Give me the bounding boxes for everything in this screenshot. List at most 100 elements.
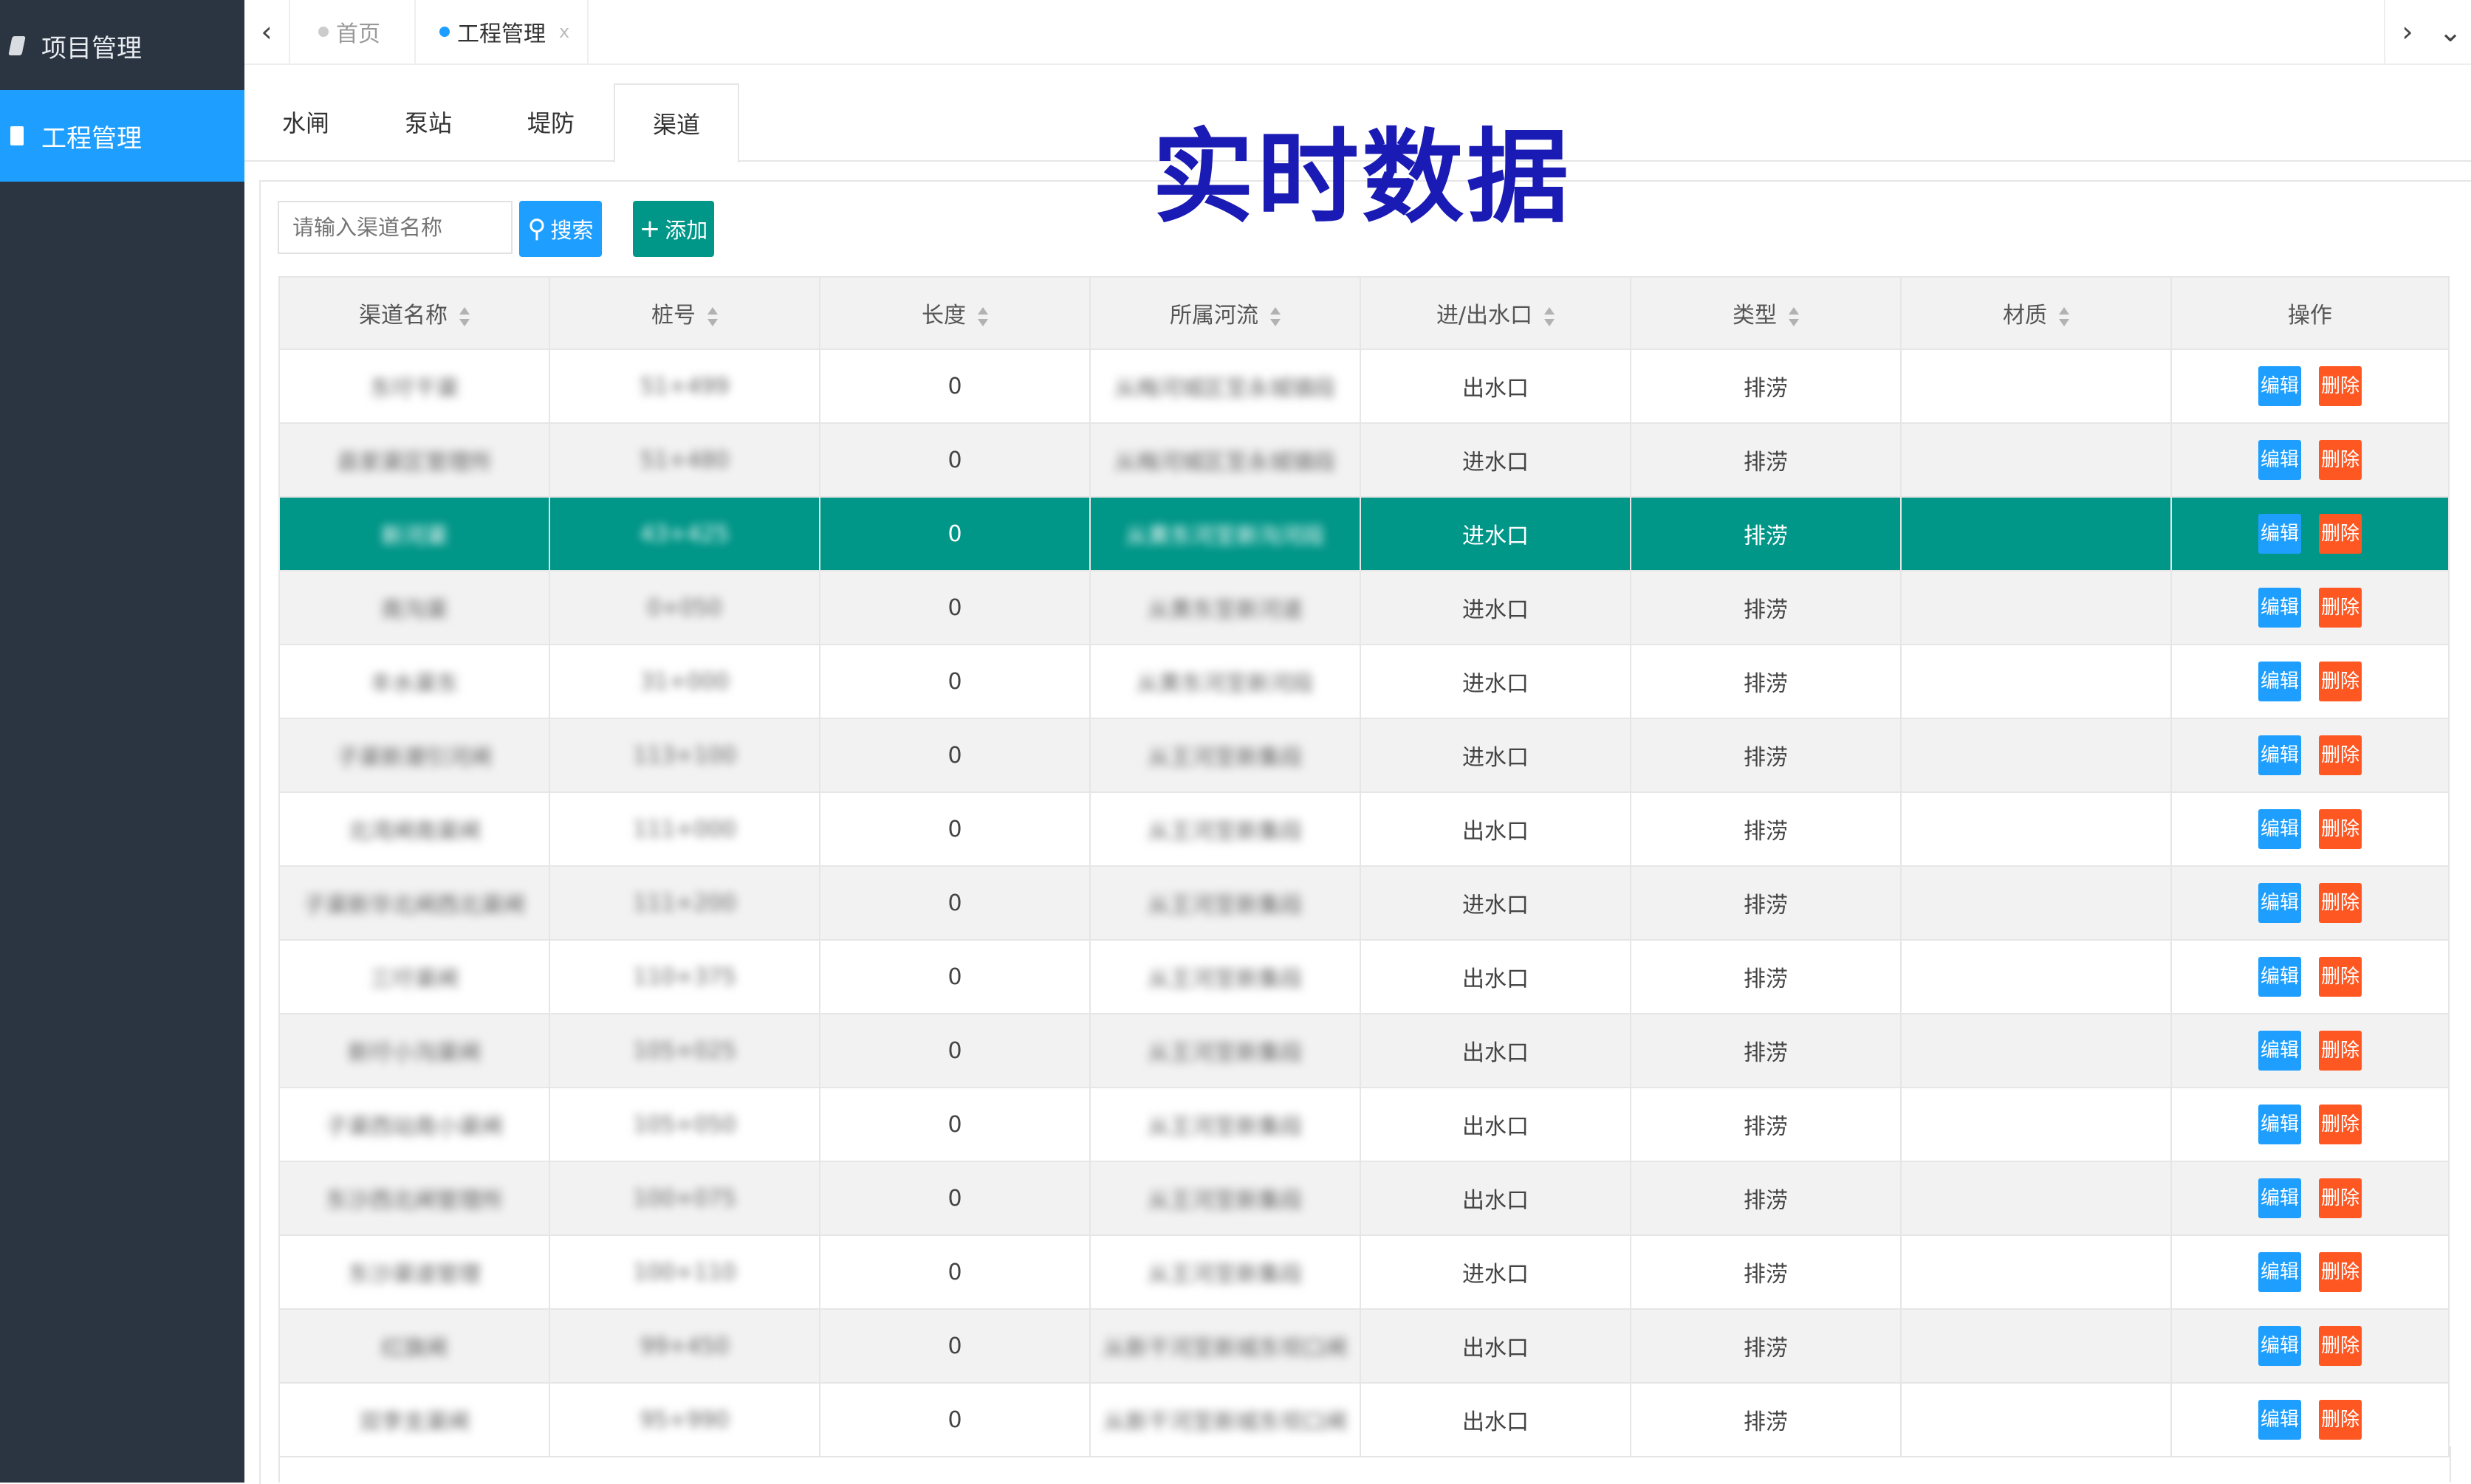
tab-sluice[interactable]: 水闸 [244,83,367,160]
delete-button[interactable]: 删除 [2319,662,2362,701]
edit-button[interactable]: 编辑 [2258,735,2301,775]
delete-button[interactable]: 删除 [2319,735,2362,775]
column-header-length[interactable]: 长度 [819,276,1091,350]
sort-icon[interactable] [1270,306,1281,326]
column-header-port[interactable]: 进/出水口 [1360,276,1631,350]
cell-channel-name: 双李支渠闸 [278,1382,550,1457]
edit-button[interactable]: 编辑 [2258,1178,2301,1218]
cell-port: 出水口 [1360,1161,1631,1236]
delete-button[interactable]: 删除 [2319,1178,2362,1218]
sort-icon[interactable] [707,306,718,326]
sort-icon[interactable] [1544,306,1555,326]
delete-button[interactable]: 删除 [2319,588,2362,628]
table-footer-space [278,1446,2451,1483]
sidebar-item-engineering-management[interactable]: 工程管理 [0,90,244,182]
delete-button[interactable]: 删除 [2319,883,2362,923]
cell-channel-name: 新圩小沟渠闸 [278,1013,550,1088]
edit-button[interactable]: 编辑 [2258,809,2301,849]
edit-button[interactable]: 编辑 [2258,1400,2301,1440]
sort-icon[interactable] [1789,306,1799,326]
cell-stake: 51+499 [549,348,820,424]
table-row[interactable]: 东沙渠道管理 100+110 0 从王河至新集段 进水口 排涝 编辑 删除 [278,1234,2450,1310]
table-row[interactable]: 新圩小沟渠闸 105+025 0 从王河至新集段 出水口 排涝 编辑 删除 [278,1013,2450,1088]
edit-button[interactable]: 编辑 [2258,588,2301,628]
cell-river: 从王河至新集段 [1089,1013,1361,1088]
edit-button[interactable]: 编辑 [2258,440,2301,480]
cell-type: 排涝 [1630,570,1902,645]
delete-button[interactable]: 删除 [2319,809,2362,849]
chevron-right-icon[interactable]: › [2384,0,2430,63]
cell-stake: 110+375 [549,939,820,1014]
cell-port: 出水口 [1360,939,1631,1014]
table-row[interactable]: 子渠新华北闸西北渠闸 111+200 0 从王河至新集段 进水口 排涝 编辑 删除 [278,865,2450,941]
edit-button[interactable]: 编辑 [2258,1252,2301,1292]
sort-icon[interactable] [459,306,470,326]
tab-status-dot [439,27,450,37]
edit-button[interactable]: 编辑 [2258,1031,2301,1071]
edit-button[interactable]: 编辑 [2258,1326,2301,1366]
cell-type: 排涝 [1630,422,1902,498]
delete-button[interactable]: 删除 [2319,957,2362,997]
cell-port: 出水口 [1360,791,1631,867]
search-input[interactable] [278,201,513,254]
tab-embankment[interactable]: 堤防 [490,83,612,160]
column-header-name[interactable]: 渠道名称 [278,276,550,350]
table-row[interactable]: 新河渠 43+425 0 从黄东河至新沟河段 进水口 排涝 编辑 删除 [278,496,2450,571]
page-tab-label: 工程管理 [457,21,546,47]
column-header-type[interactable]: 类型 [1630,276,1902,350]
edit-button[interactable]: 编辑 [2258,514,2301,554]
cell-material [1900,718,2172,793]
cell-channel-name: 新河渠 [278,496,550,571]
table-row[interactable]: 红旗闸 99+450 0 从新干河至新城东坝口闸 出水口 排涝 编辑 删除 [278,1308,2450,1384]
sort-icon[interactable] [978,306,988,326]
table-row[interactable]: 子渠新潮引河闸 113+100 0 从王河至新集段 进水口 排涝 编辑 删除 [278,718,2450,793]
tab-channel[interactable]: 渠道 [614,83,739,163]
sidebar-item-label: 项目管理 [41,33,142,63]
column-header-river[interactable]: 所属河流 [1089,276,1361,350]
delete-button[interactable]: 删除 [2319,1105,2362,1144]
cell-material [1900,1308,2172,1384]
page-tab-home[interactable]: 首页 [318,0,380,63]
sidebar-item-project-management[interactable]: 项目管理 [0,0,244,92]
edit-button[interactable]: 编辑 [2258,883,2301,923]
cell-length: 0 [819,1087,1091,1162]
cell-length: 0 [819,939,1091,1014]
delete-button[interactable]: 删除 [2319,1400,2362,1440]
page-tab-engineering[interactable]: 工程管理 x [414,0,589,63]
delete-button[interactable]: 删除 [2319,1252,2362,1292]
table-row[interactable]: 东沙西北闸管理所 100+075 0 从王河至新集段 出水口 排涝 编辑 删除 [278,1161,2450,1236]
edit-button[interactable]: 编辑 [2258,662,2301,701]
table-row[interactable]: 东圩干渠 51+499 0 从梅河城区至永城镇段 出水口 排涝 编辑 删除 [278,348,2450,424]
cell-stake: 105+050 [549,1087,820,1162]
tab-pump-station[interactable]: 泵站 [367,83,490,160]
table-row[interactable]: 北湾闸南渠闸 111+000 0 从王河至新集段 出水口 排涝 编辑 删除 [278,791,2450,867]
delete-button[interactable]: 删除 [2319,1031,2362,1071]
sort-icon[interactable] [2059,306,2069,326]
table-row[interactable]: 三圩渠闸 110+375 0 从王河至新集段 出水口 排涝 编辑 删除 [278,939,2450,1014]
add-button[interactable]: + 添加 [633,201,714,257]
edit-button[interactable]: 编辑 [2258,957,2301,997]
table-row[interactable]: 丰水渠东 31+000 0 从黄东河至新河段 进水口 排涝 编辑 删除 [278,644,2450,719]
realtime-data-banner: 实时数据 [1152,118,1572,237]
table-row[interactable]: 县家渠区管理所 51+480 0 从梅河城区至永城镇段 进水口 排涝 编辑 删除 [278,422,2450,498]
search-button[interactable]: ⚲ 搜索 [519,201,602,257]
delete-button[interactable]: 删除 [2319,366,2362,406]
cell-material [1900,422,2172,498]
edit-button[interactable]: 编辑 [2258,366,2301,406]
table-row[interactable]: 南沟渠 0+050 0 从黄东至新河道 进水口 排涝 编辑 删除 [278,570,2450,645]
file-icon [10,126,24,145]
cell-stake: 100+110 [549,1234,820,1310]
cell-port: 出水口 [1360,348,1631,424]
chevron-down-icon[interactable]: ⌄ [2430,0,2471,63]
table-row[interactable]: 双李支渠闸 95+990 0 从新干河至新城东坝口闸 出水口 排涝 编辑 删除 [278,1382,2450,1457]
cell-actions: 编辑 删除 [2170,1013,2450,1088]
close-icon[interactable]: x [559,21,569,42]
column-header-material[interactable]: 材质 [1900,276,2172,350]
table-row[interactable]: 子渠西站南小渠闸 105+050 0 从王河至新集段 出水口 排涝 编辑 删除 [278,1087,2450,1162]
delete-button[interactable]: 删除 [2319,440,2362,480]
edit-button[interactable]: 编辑 [2258,1105,2301,1144]
column-header-stake[interactable]: 桩号 [549,276,820,350]
delete-button[interactable]: 删除 [2319,1326,2362,1366]
delete-button[interactable]: 删除 [2319,514,2362,554]
chevron-left-icon[interactable]: ‹ [244,0,290,63]
